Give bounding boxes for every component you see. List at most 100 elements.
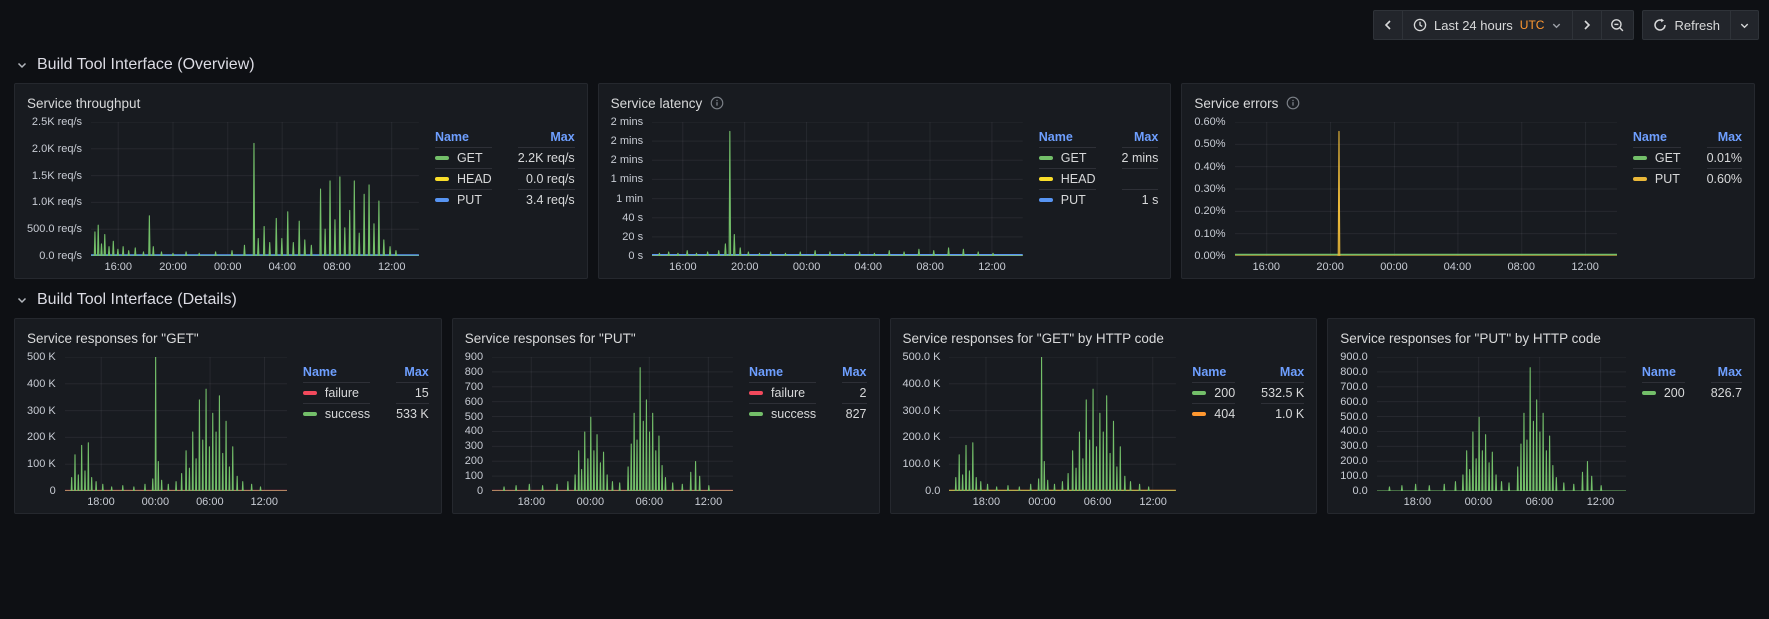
time-shift-back-button[interactable] [1373,10,1403,40]
legend-column-header[interactable]: Max [842,361,866,382]
legend-series-name[interactable]: PUT [435,189,492,210]
x-tick-label: 06:00 [196,496,224,508]
x-tick-label: 08:00 [916,261,944,273]
x-tick-label: 12:00 [250,496,278,508]
clock-icon [1413,18,1427,32]
legend-column-header[interactable]: Name [1642,361,1685,382]
panel: Service responses for "GET" 500 K400 K30… [14,318,442,514]
legend-series-name[interactable]: 404 [1192,403,1235,424]
y-axis: 2.5K req/s2.0K req/s1.5K req/s1.0K req/s… [27,122,82,256]
series-color-dash-icon [1039,156,1053,160]
legend-series-name[interactable]: GET [1633,147,1681,168]
chart: 2.5K req/s2.0K req/s1.5K req/s1.0K req/s… [27,122,419,274]
x-tick-label: 18:00 [1404,496,1432,508]
series-color-dash-icon [303,412,317,416]
x-tick-label: 16:00 [104,261,132,273]
legend-series-name[interactable]: PUT [1039,189,1096,210]
plot-area[interactable] [65,357,287,491]
panels-row-details: Service responses for "GET" 500 K400 K30… [0,318,1769,514]
x-tick-label: 06:00 [636,496,664,508]
legend-series-name[interactable]: GET [1039,147,1096,168]
x-axis: 18:0000:0006:0012:00 [949,491,1176,509]
plot-area[interactable] [652,122,1023,256]
legend-column-header[interactable]: Max [1711,361,1742,382]
refresh-interval-dropdown[interactable] [1731,10,1759,40]
section-header-overview[interactable]: Build Tool Interface (Overview) [0,44,1769,83]
panel-title[interactable]: Service responses for "GET" by HTTP code [903,331,1164,346]
panel-body: 500 K400 K300 K200 K100 K0 18:0000:0006:… [27,351,429,509]
legend-series-name[interactable]: 200 [1642,382,1685,403]
legend-series-max: 532.5 K [1261,382,1304,403]
plot-area[interactable] [1235,122,1617,256]
x-tick-label: 12:00 [978,261,1006,273]
legend-series-name[interactable]: failure [303,382,370,403]
panel-title[interactable]: Service latency [611,96,703,111]
plot-area[interactable] [91,122,419,256]
legend-column-header[interactable]: Max [1261,361,1304,382]
chart: 0.60%0.50%0.40%0.30%0.20%0.10%0.00% 16:0… [1194,122,1617,274]
section-collapse-icon [16,294,28,306]
chart: 500.0 K400.0 K300.0 K200.0 K100.0 K0.0 1… [903,357,1177,509]
x-tick-label: 20:00 [159,261,187,273]
x-tick-label: 00:00 [1380,261,1408,273]
legend: NameMax200532.5 K4041.0 K [1192,357,1304,424]
time-range-picker-button[interactable]: Last 24 hours UTC [1403,10,1573,40]
legend-column-header[interactable]: Max [518,126,575,147]
legend-column-header[interactable]: Name [1633,126,1681,147]
legend-series-name[interactable]: success [749,403,816,424]
legend-series-name[interactable]: PUT [1633,168,1681,189]
y-axis: 900.0800.0700.0600.0500.0400.0300.0200.0… [1340,357,1368,491]
plot-area[interactable] [949,357,1176,491]
legend-series-name[interactable]: HEAD [435,168,492,189]
panel-title[interactable]: Service responses for "GET" [27,331,199,346]
legend-series-name[interactable]: GET [435,147,492,168]
legend-column-header[interactable]: Max [1707,126,1742,147]
panel-body: 2.5K req/s2.0K req/s1.5K req/s1.0K req/s… [27,116,575,274]
legend-series-name[interactable]: HEAD [1039,168,1096,189]
legend-column-header[interactable]: Max [1122,126,1159,147]
time-zoom-out-button[interactable] [1602,10,1634,40]
chart: 9008007006005004003002001000 18:0000:000… [465,357,733,509]
chart: 900.0800.0700.0600.0500.0400.0300.0200.0… [1340,357,1626,509]
legend: NameMaxGET2 minsHEADPUT1 s [1039,122,1159,210]
series-color-dash-icon [435,177,449,181]
x-axis: 18:0000:0006:0012:00 [65,491,287,509]
panel-title[interactable]: Service responses for "PUT" by HTTP code [1340,331,1601,346]
x-tick-label: 00:00 [793,261,821,273]
legend-series-name[interactable]: 200 [1192,382,1235,403]
section-collapse-icon [16,59,28,71]
x-tick-label: 20:00 [731,261,759,273]
timezone-label: UTC [1520,18,1545,32]
series-color-dash-icon [303,391,317,395]
legend-column-header[interactable]: Name [303,361,370,382]
panel-title[interactable]: Service throughput [27,96,140,111]
info-icon[interactable] [1286,96,1300,110]
legend-column-header[interactable]: Name [749,361,816,382]
plot-area[interactable] [1377,357,1626,491]
panel-body: 0.60%0.50%0.40%0.30%0.20%0.10%0.00% 16:0… [1194,116,1742,274]
refresh-button[interactable]: Refresh [1642,10,1731,40]
x-tick-label: 12:00 [1139,496,1167,508]
zoom-out-icon [1610,18,1625,33]
section-header-details[interactable]: Build Tool Interface (Details) [0,279,1769,318]
legend-column-header[interactable]: Name [1192,361,1235,382]
series-color-dash-icon [435,198,449,202]
legend-series-name[interactable]: success [303,403,370,424]
legend-column-header[interactable]: Name [1039,126,1096,147]
plot-area[interactable] [492,357,733,491]
panel-title[interactable]: Service responses for "PUT" [465,331,636,346]
x-tick-label: 12:00 [378,261,406,273]
chevron-down-icon [1551,20,1562,31]
legend-series-max: 1 s [1122,189,1159,210]
legend-series-max: 826.7 [1711,382,1742,403]
x-axis: 18:0000:0006:0012:00 [1377,491,1626,509]
time-shift-forward-button[interactable] [1573,10,1602,40]
panel-title[interactable]: Service errors [1194,96,1278,111]
legend-column-header[interactable]: Name [435,126,492,147]
x-tick-label: 12:00 [1587,496,1615,508]
info-icon[interactable] [710,96,724,110]
chart: 2 mins2 mins2 mins1 mins1 min40 s20 s0 s… [611,122,1023,274]
series-color-dash-icon [1633,177,1647,181]
legend-series-name[interactable]: failure [749,382,816,403]
legend-column-header[interactable]: Max [396,361,429,382]
